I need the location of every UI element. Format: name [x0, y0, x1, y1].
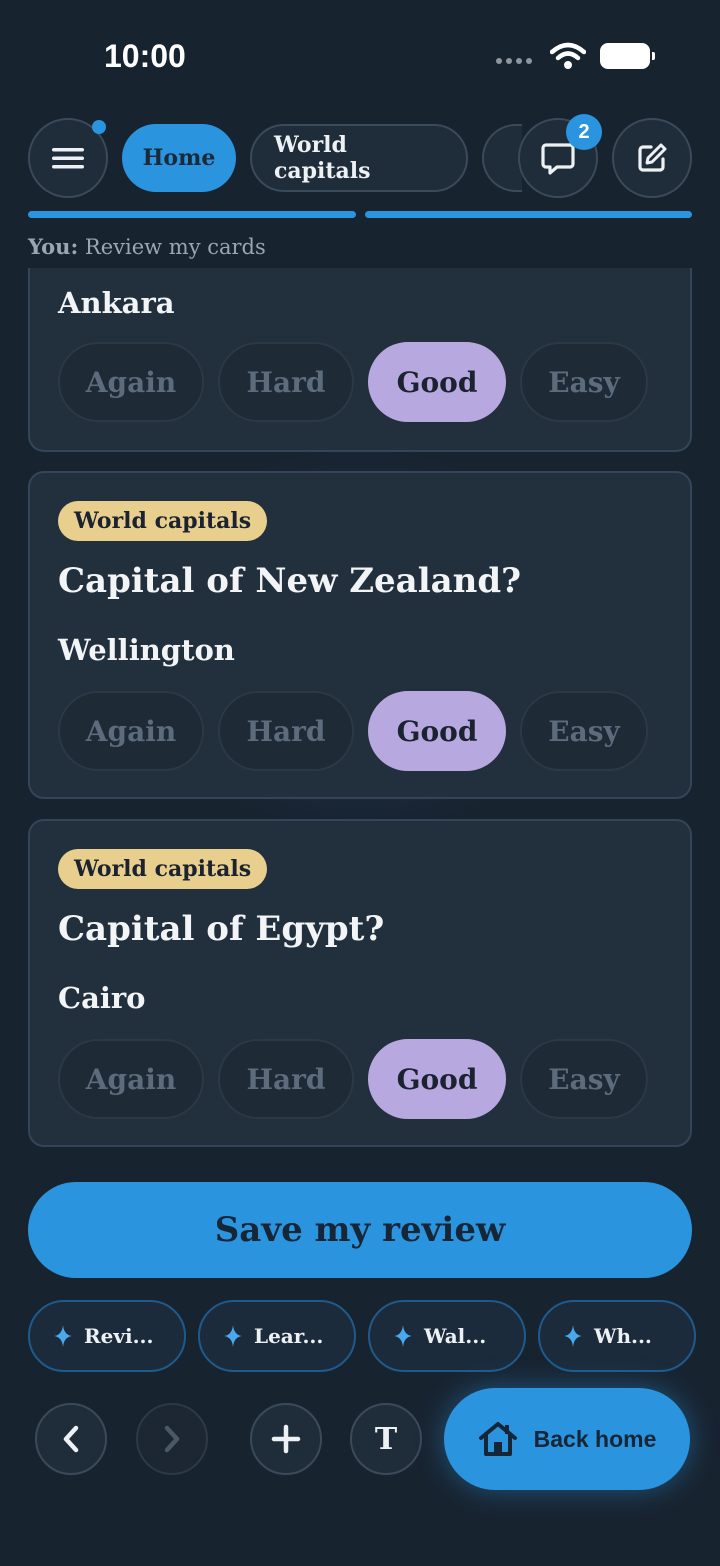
sparkle-icon	[54, 1325, 72, 1347]
rating-again-button[interactable]: Again	[58, 1039, 204, 1119]
back-home-button[interactable]: Back home	[444, 1388, 690, 1490]
context-prefix: You:	[28, 234, 79, 259]
sparkle-icon	[564, 1325, 582, 1347]
notification-dot	[92, 120, 106, 134]
context-line: You: Review my cards	[28, 234, 266, 259]
wifi-icon	[550, 42, 586, 69]
rating-row: Again Hard Good Easy	[58, 1039, 648, 1119]
chat-badge: 2	[566, 114, 602, 150]
suggestion-label: Wal...	[424, 1324, 487, 1348]
rating-hard-button[interactable]: Hard	[218, 1039, 354, 1119]
rating-again-button[interactable]: Again	[58, 342, 204, 422]
suggestion-label: Lear...	[254, 1324, 324, 1348]
text-format-button[interactable]: T	[350, 1403, 422, 1475]
top-nav: Home World capitals 2	[0, 114, 720, 198]
tab-overflow[interactable]	[482, 124, 522, 192]
rating-good-button[interactable]: Good	[368, 342, 506, 422]
rating-easy-button[interactable]: Easy	[520, 691, 648, 771]
suggestion-chip[interactable]: Revi...	[28, 1300, 186, 1372]
suggestion-chip[interactable]: Wal...	[368, 1300, 526, 1372]
rating-row: Again Hard Good Easy	[58, 691, 648, 771]
save-review-button[interactable]: Save my review	[28, 1182, 692, 1278]
status-time: 10:00	[104, 38, 186, 74]
status-icons	[496, 42, 655, 70]
signal-icon	[496, 58, 532, 64]
rating-hard-button[interactable]: Hard	[218, 342, 354, 422]
rating-good-button[interactable]: Good	[368, 691, 506, 771]
suggestion-chips: Revi... Lear... Wal... Wh...	[28, 1300, 696, 1372]
battery-icon	[600, 43, 655, 69]
card-question: Capital of New Zealand?	[58, 561, 522, 601]
plus-icon	[271, 1424, 301, 1454]
compose-button[interactable]	[612, 118, 692, 198]
back-home-label: Back home	[533, 1425, 657, 1452]
flashcard-egypt: World capitals Capital of Egypt? Cairo A…	[28, 819, 692, 1147]
card-answer: Cairo	[58, 981, 146, 1015]
context-text: Review my cards	[84, 235, 266, 259]
card-question: Capital of Egypt?	[58, 909, 385, 949]
progress-segment-1	[28, 211, 356, 218]
progress-segment-2	[365, 211, 692, 218]
suggestion-label: Revi...	[84, 1324, 154, 1348]
edit-icon	[638, 143, 667, 172]
flashcard-new-zealand: World capitals Capital of New Zealand? W…	[28, 471, 692, 799]
rating-hard-button[interactable]: Hard	[218, 691, 354, 771]
card-answer: Wellington	[58, 633, 235, 667]
suggestion-label: Wh...	[594, 1324, 652, 1348]
suggestion-chip[interactable]: Lear...	[198, 1300, 356, 1372]
sparkle-icon	[394, 1325, 412, 1347]
chat-icon	[541, 143, 575, 175]
rating-easy-button[interactable]: Easy	[520, 1039, 648, 1119]
forward-arrow-button[interactable]	[136, 1403, 208, 1475]
back-arrow-button[interactable]	[35, 1403, 107, 1475]
hamburger-icon	[52, 148, 84, 169]
card-answer: Ankara	[58, 286, 175, 320]
flashcard-ankara: Ankara Again Hard Good Easy	[28, 268, 692, 452]
menu-button[interactable]	[28, 118, 108, 198]
tab-world-capitals[interactable]: World capitals	[250, 124, 468, 192]
home-icon	[478, 1422, 517, 1456]
suggestion-chip[interactable]: Wh...	[538, 1300, 696, 1372]
rating-good-button[interactable]: Good	[368, 1039, 506, 1119]
rating-again-button[interactable]: Again	[58, 691, 204, 771]
deck-tag: World capitals	[58, 849, 268, 889]
sparkle-icon	[224, 1325, 242, 1347]
chevron-right-icon	[164, 1425, 180, 1453]
deck-tag: World capitals	[58, 501, 268, 541]
rating-row: Again Hard Good Easy	[58, 342, 648, 422]
add-button[interactable]	[250, 1403, 322, 1475]
rating-easy-button[interactable]: Easy	[520, 342, 648, 422]
chevron-left-icon	[63, 1425, 79, 1453]
tab-home[interactable]: Home	[122, 124, 236, 192]
